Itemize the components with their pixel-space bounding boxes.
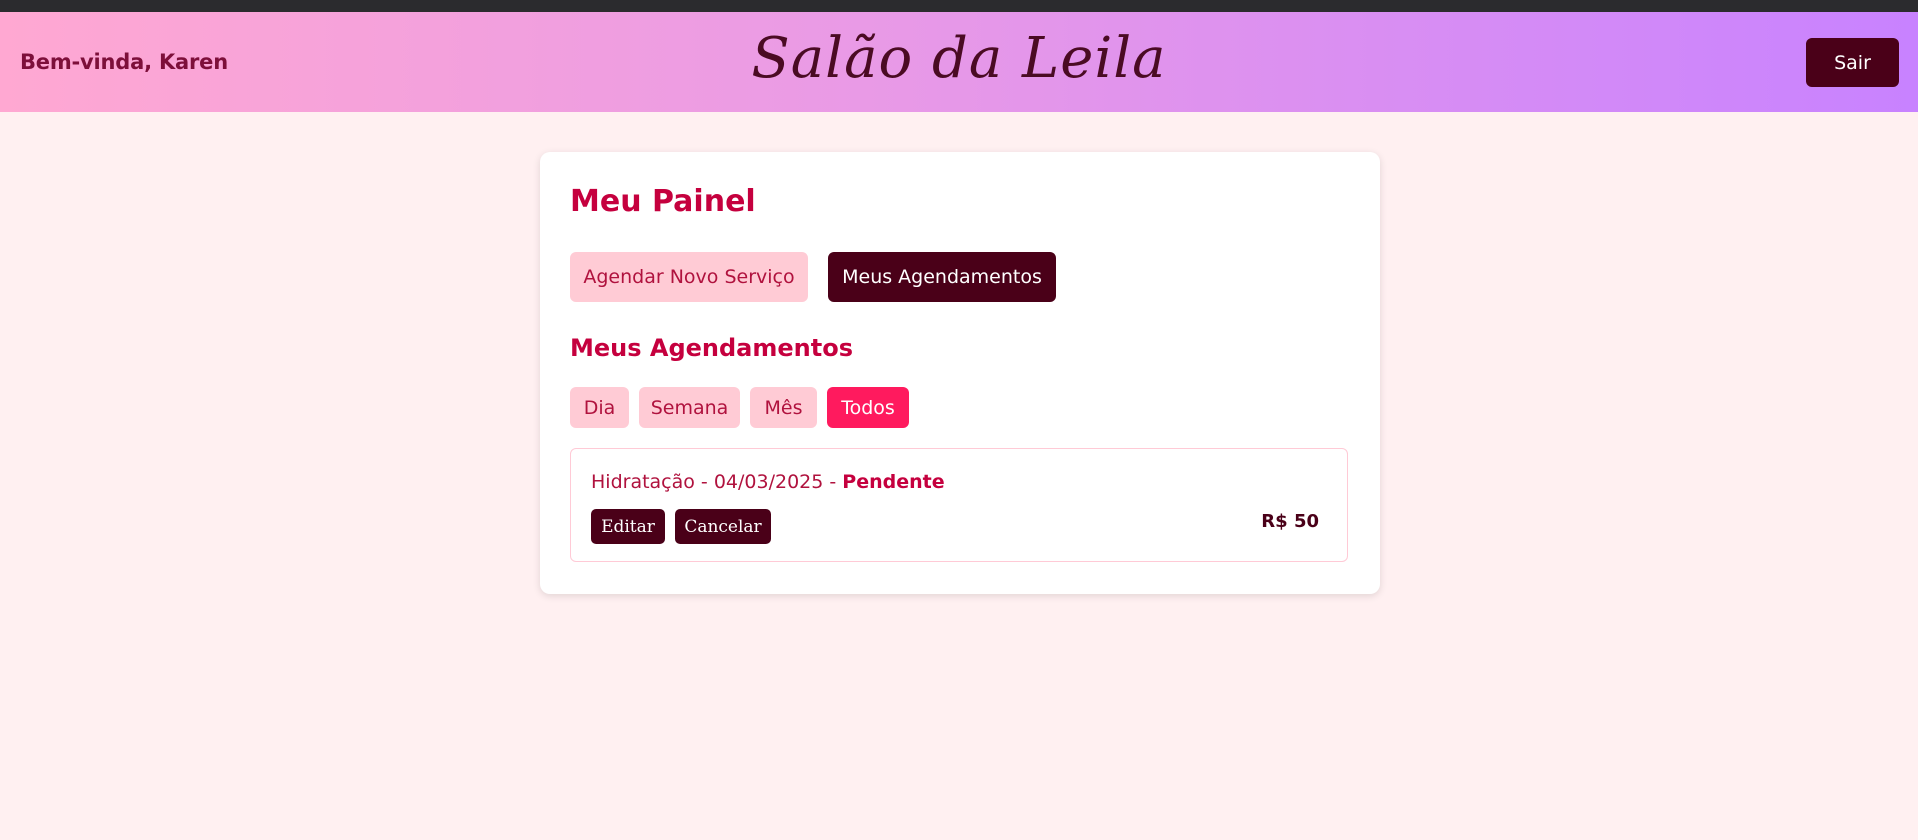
cancel-appointment-button[interactable]: Cancelar [675, 509, 771, 544]
dashboard-panel: Meu Painel Agendar Novo Serviço Meus Age… [540, 152, 1380, 594]
tab-schedule-new-service[interactable]: Agendar Novo Serviço [570, 252, 808, 302]
appointment-date: 04/03/2025 [713, 471, 824, 493]
panel-title: Meu Painel [570, 184, 756, 219]
filter-week-button[interactable]: Semana [639, 387, 740, 428]
appointment-service: Hidratação [591, 471, 695, 493]
salon-logo-title: Salão da Leila [751, 26, 1167, 91]
edit-appointment-button[interactable]: Editar [591, 509, 665, 544]
appointment-card: Hidratação - 04/03/2025 - Pendente Edita… [570, 448, 1348, 562]
tab-my-appointments[interactable]: Meus Agendamentos [828, 252, 1056, 302]
filter-all-button[interactable]: Todos [827, 387, 909, 428]
appointment-summary: Hidratação - 04/03/2025 - Pendente [591, 471, 945, 493]
appointment-separator: - [823, 471, 843, 493]
appointment-separator: - [694, 471, 714, 493]
filter-day-button[interactable]: Dia [570, 387, 629, 428]
appointments-section-title: Meus Agendamentos [570, 334, 853, 362]
appointment-price: R$ 50 [1261, 511, 1319, 532]
top-navigation-bar: Bem-vinda, Karen Salão da Leila Sair [0, 12, 1918, 112]
browser-top-strip [0, 0, 1918, 12]
filter-month-button[interactable]: Mês [750, 387, 817, 428]
appointment-status: Pendente [842, 471, 945, 493]
logout-button[interactable]: Sair [1806, 38, 1899, 87]
